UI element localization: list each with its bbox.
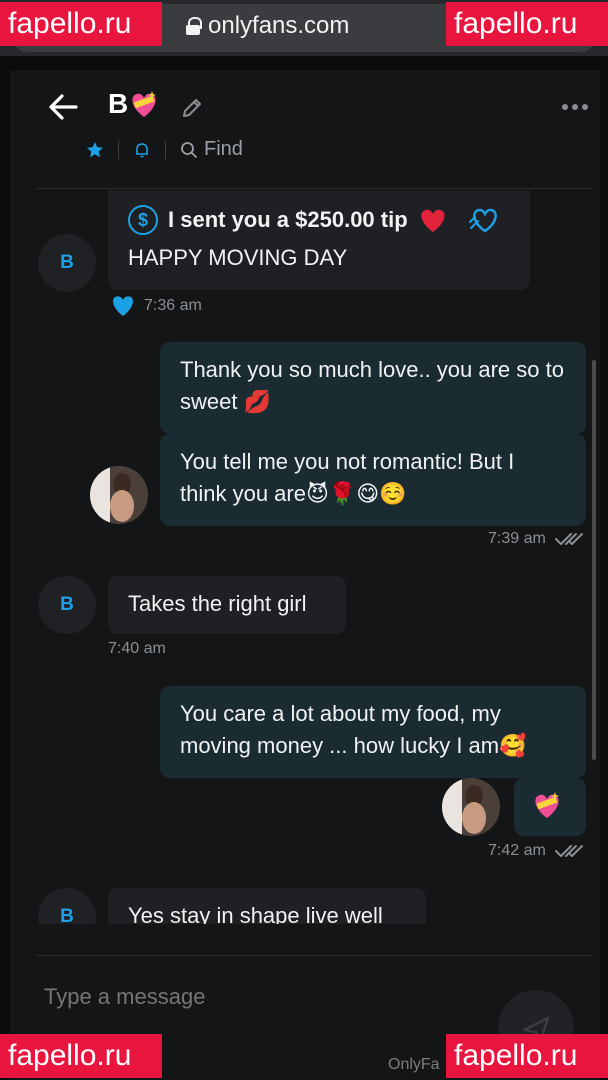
incoming-message-bubble[interactable]: Takes the right girl <box>108 576 346 634</box>
contact-name[interactable]: B <box>108 88 160 120</box>
outgoing-message-bubble[interactable]: You tell me you not romantic! But I thin… <box>160 434 586 526</box>
divider <box>165 140 166 159</box>
bell-icon[interactable] <box>133 141 151 159</box>
red-heart-icon <box>421 209 445 232</box>
message-timestamp: 7:39 am <box>488 530 584 548</box>
outgoing-message-bubble[interactable]: Thank you so much love.. you are so to s… <box>160 342 586 434</box>
url-display[interactable]: onlyfans.com <box>186 12 349 40</box>
find-button[interactable]: Find <box>180 138 243 161</box>
watermark: fapello.ru <box>446 2 608 46</box>
tip-text: I sent you a $250.00 tip <box>168 207 408 232</box>
pencil-icon[interactable] <box>180 96 204 120</box>
avatar[interactable]: B <box>38 576 96 634</box>
url-text: onlyfans.com <box>208 12 350 39</box>
message-timestamp: 7:42 am <box>488 842 584 860</box>
search-icon <box>181 141 197 158</box>
message-input[interactable] <box>44 984 464 1010</box>
avatar[interactable] <box>442 778 500 836</box>
watermark: fapello.ru <box>0 2 162 46</box>
composer-divider <box>36 955 592 956</box>
dollar-coin-icon: $ <box>128 205 158 235</box>
outgoing-message-bubble[interactable]: You care a lot about my food, my moving … <box>160 686 586 778</box>
tip-timestamp: 7:36 am <box>110 294 202 318</box>
scrollbar[interactable] <box>592 360 596 760</box>
avatar[interactable] <box>90 466 148 524</box>
footer-text: OnlyFa <box>388 1056 440 1073</box>
find-label: Find <box>204 138 243 160</box>
message-timestamp: 7:40 am <box>108 640 166 657</box>
double-check-icon <box>554 845 583 857</box>
outgoing-message-bubble[interactable] <box>514 778 586 836</box>
blue-heart-icon[interactable] <box>110 294 136 318</box>
heart-outline-icon <box>468 208 497 233</box>
incoming-message-bubble[interactable]: Yes stay in shape live well <box>108 888 426 924</box>
more-options-icon[interactable] <box>562 104 588 110</box>
tip-message-bubble[interactable]: $ I sent you a $250.00 tip HAPPY MOVING … <box>108 190 530 290</box>
divider <box>118 140 119 159</box>
header-divider <box>36 188 592 189</box>
sparkling-heart-icon <box>535 792 559 818</box>
lock-icon <box>186 17 202 35</box>
chat-subbar: Find <box>86 138 243 161</box>
avatar[interactable]: B <box>38 234 96 292</box>
sparkling-heart-icon <box>128 89 160 119</box>
back-arrow-icon[interactable] <box>46 90 80 124</box>
tip-body-text: HAPPY MOVING DAY <box>128 245 348 270</box>
double-check-icon <box>554 533 583 545</box>
star-icon[interactable] <box>86 141 104 159</box>
watermark: fapello.ru <box>446 1034 608 1078</box>
avatar[interactable]: B <box>38 888 96 924</box>
tip-line: $ I sent you a $250.00 tip <box>128 204 510 236</box>
watermark: fapello.ru <box>0 1034 162 1078</box>
chat-area[interactable]: B $ I sent you a $250.00 tip HAPPY MOVIN… <box>10 190 600 924</box>
